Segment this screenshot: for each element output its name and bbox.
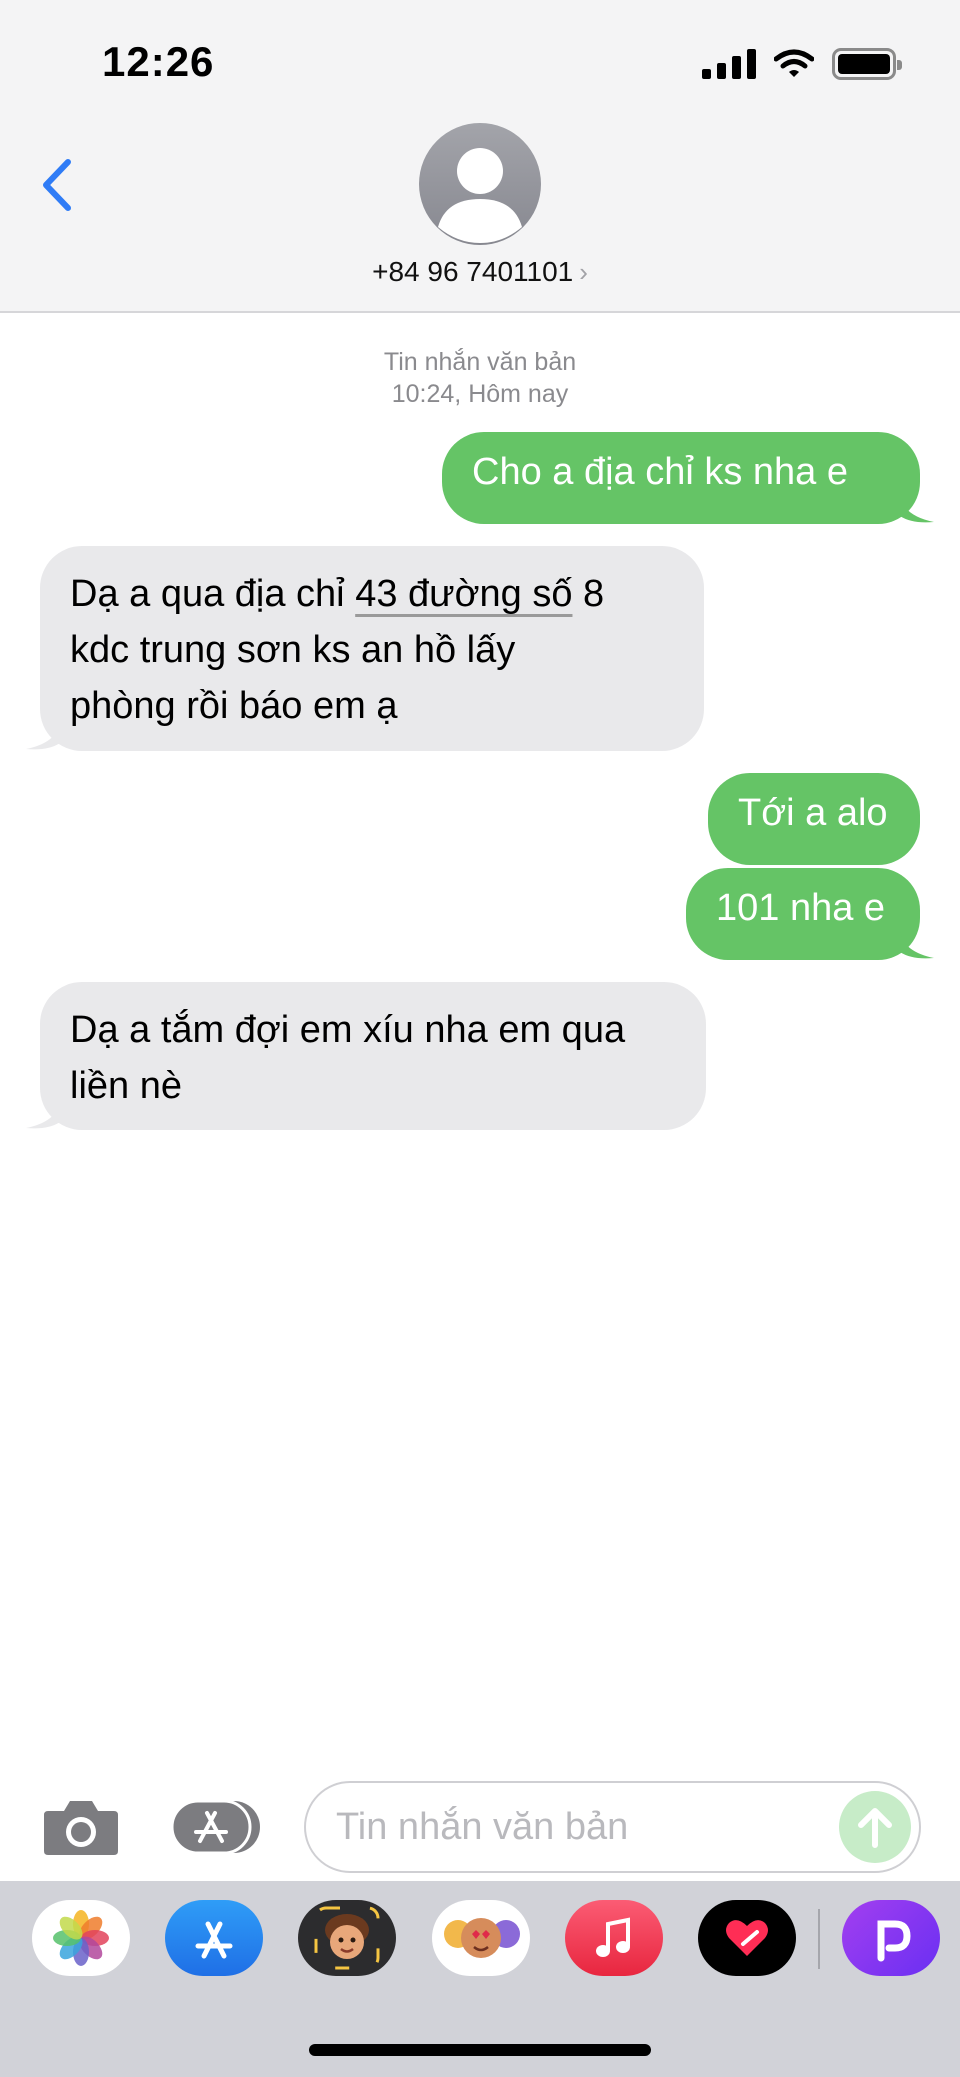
- person-silhouette-icon: [438, 148, 522, 243]
- app-store-drawer-button[interactable]: [170, 1797, 262, 1857]
- contact-avatar[interactable]: [419, 123, 541, 245]
- message-bubble-incoming[interactable]: Dạ a qua địa chỉ 43 đường số 8 kdc trung…: [26, 546, 704, 751]
- music-app-icon[interactable]: [565, 1900, 663, 1976]
- picsart-app-icon[interactable]: [842, 1900, 940, 1976]
- wifi-icon: [774, 49, 814, 77]
- bubble-tail: [26, 1102, 60, 1129]
- status-time: 12:26: [102, 38, 215, 85]
- message-bubble-incoming[interactable]: Dạ a tắm đợi em xíu nha em qua liền nè: [26, 982, 706, 1130]
- message-type-label: Tin nhắn văn bản: [383, 348, 577, 376]
- bubble-tail: [900, 496, 934, 523]
- bubble-tail: [900, 932, 934, 959]
- message-text: Cho a địa chỉ ks nha e: [472, 451, 849, 493]
- message-text: Tới a alo: [738, 792, 888, 834]
- message-timestamp: 10:24, Hôm nay: [391, 380, 569, 408]
- message-text: 101 nha e: [716, 887, 886, 929]
- message-text-line: phòng rồi báo em ạ: [70, 685, 398, 727]
- contact-number: +84 96 7401101: [372, 256, 574, 287]
- app-store-app-icon[interactable]: [165, 1900, 263, 1976]
- bubble-tail: [26, 723, 60, 750]
- message-input[interactable]: [336, 1783, 816, 1871]
- message-text-line: liền nè: [70, 1065, 182, 1107]
- back-button[interactable]: [30, 150, 90, 220]
- animoji-stickers-app-icon[interactable]: [432, 1900, 530, 1976]
- contact-name-button[interactable]: +84 96 7401101 ›: [0, 256, 960, 288]
- message-bubble-outgoing[interactable]: Tới a alo: [708, 773, 920, 865]
- photos-app-icon[interactable]: [32, 1900, 130, 1976]
- message-text-line: Dạ a tắm đợi em xíu nha em qua: [70, 1009, 626, 1051]
- message-bubble-outgoing[interactable]: 101 nha e: [686, 868, 934, 960]
- message-input-container[interactable]: [304, 1781, 921, 1873]
- message-bubble-outgoing[interactable]: Cho a địa chỉ ks nha e: [442, 432, 934, 524]
- memoji-app-icon[interactable]: [298, 1900, 396, 1976]
- address-link[interactable]: 43 đường số: [355, 573, 572, 615]
- camera-button[interactable]: [42, 1797, 120, 1857]
- message-text-line: Dạ a qua địa chỉ 43 đường số 8: [70, 573, 605, 615]
- conversation-header: 12:26 +84 96 7401101 ›: [0, 0, 960, 313]
- battery-icon: [832, 48, 902, 80]
- arrow-up-icon: [858, 1808, 892, 1848]
- chevron-left-icon: [43, 159, 71, 211]
- app-store-icon: [170, 1799, 260, 1855]
- camera-icon: [44, 1801, 118, 1855]
- home-indicator[interactable]: [309, 2044, 651, 2056]
- message-text-line: kdc trung sơn ks an hồ lấy: [70, 629, 516, 671]
- cellular-signal-icon: [702, 49, 756, 79]
- status-icons: [702, 44, 902, 84]
- send-button[interactable]: [839, 1791, 911, 1863]
- drawer-divider: [818, 1909, 820, 1969]
- chevron-right-icon: ›: [579, 257, 588, 287]
- digital-touch-app-icon[interactable]: [698, 1900, 796, 1976]
